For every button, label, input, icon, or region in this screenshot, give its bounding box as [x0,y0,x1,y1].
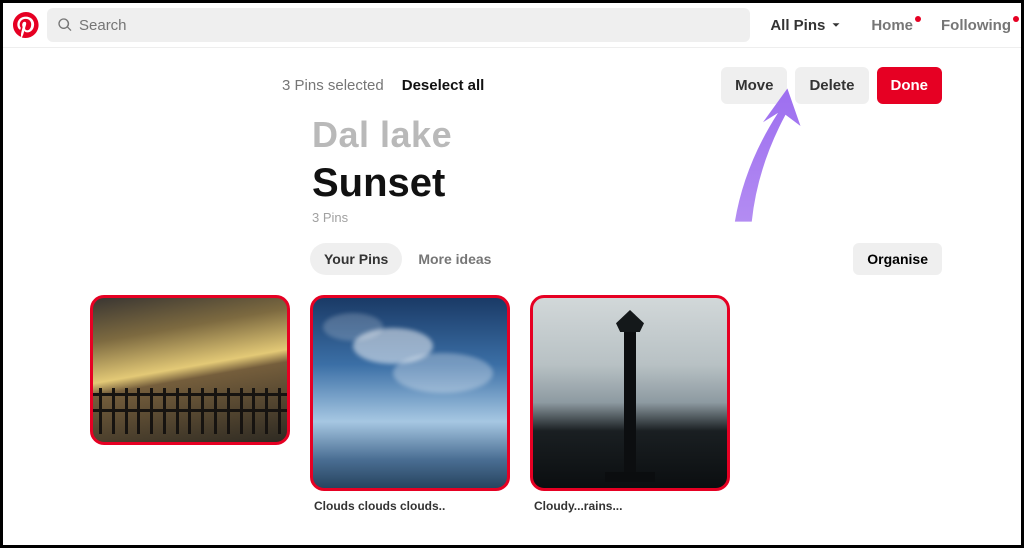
nav-following-label: Following [941,17,1011,34]
all-pins-filter[interactable]: All Pins [770,17,843,34]
header-divider [3,47,1021,48]
all-pins-label: All Pins [770,17,825,34]
delete-button[interactable]: Delete [795,67,868,104]
notification-dot-icon [915,16,921,22]
search-input[interactable] [79,17,740,34]
pin-thumbnail[interactable] [310,295,510,491]
pinterest-logo[interactable] [13,12,39,38]
board-name: Dal lake [312,114,942,156]
top-bar: All Pins Home Following [3,3,1021,47]
selection-count: 3 Pins selected [282,77,384,94]
tab-your-pins[interactable]: Your Pins [310,243,402,275]
pin-count: 3 Pins [312,210,942,225]
organise-button[interactable]: Organise [853,243,942,275]
tab-more-ideas[interactable]: More ideas [418,251,491,267]
pin-caption: Clouds clouds clouds.. [310,499,510,513]
done-button[interactable]: Done [877,67,943,104]
nav-home[interactable]: Home [871,17,913,34]
pin-caption: Cloudy...rains... [530,499,730,513]
nav-following[interactable]: Following [941,17,1011,34]
pins-grid: Clouds clouds clouds.. Cloudy...rains... [82,295,942,513]
notification-dot-icon [1013,16,1019,22]
pin-card: Cloudy...rains... [530,295,730,513]
pin-card: Clouds clouds clouds.. [310,295,510,513]
nav-home-label: Home [871,17,913,34]
pin-thumbnail[interactable] [90,295,290,445]
search-icon [57,17,73,33]
section-name: Sunset [312,160,942,206]
move-button[interactable]: Move [721,67,787,104]
board-heading: Dal lake Sunset 3 Pins [82,114,942,225]
selection-bar: 3 Pins selected Deselect all Move Delete… [82,56,942,114]
pin-card [90,295,290,513]
pin-thumbnail[interactable] [530,295,730,491]
chevron-down-icon [829,18,843,32]
search-bar[interactable] [47,8,750,42]
deselect-all-button[interactable]: Deselect all [402,77,485,94]
tabs-row: Your Pins More ideas Organise [82,243,942,275]
